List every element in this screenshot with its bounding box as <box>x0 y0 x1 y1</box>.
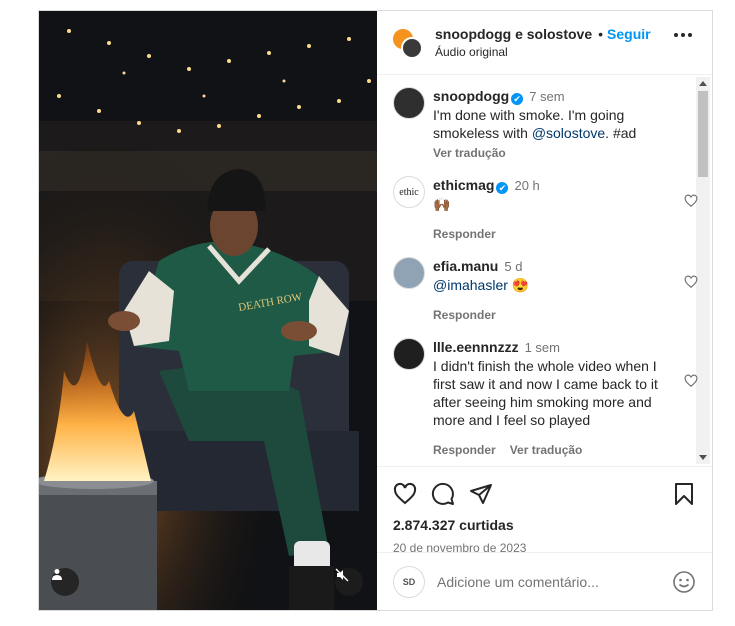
user-tag-button[interactable] <box>51 568 79 596</box>
verified-badge-icon: ✔ <box>511 93 524 105</box>
post-actions: 2.874.327 curtidas 20 de novembro de 202… <box>377 466 712 610</box>
video-player[interactable]: DEATH ROW <box>39 11 377 610</box>
post-dialog: DEATH ROW snoopdogg e solostove • Seguir… <box>38 10 713 611</box>
scroll-up-icon[interactable] <box>699 81 707 86</box>
comment-meta: Ver tradução <box>433 144 682 162</box>
comment-header: llle.eennnzzz 1 sem <box>433 338 682 357</box>
comment-username[interactable]: llle.eennnzzz <box>433 339 519 355</box>
reply-button[interactable]: Responder <box>433 308 496 322</box>
user-tag-icon <box>52 569 62 580</box>
more-horizontal-icon <box>674 33 678 37</box>
avatar[interactable] <box>393 257 425 289</box>
avatar: SD <box>393 565 425 598</box>
comment-time[interactable]: 20 h <box>514 178 539 193</box>
mention-link[interactable]: @solostove <box>532 125 605 141</box>
comment-text-part: 🙌🏾 <box>433 196 451 212</box>
comment-text: I'm done with smoke. I'm going smokeless… <box>433 106 682 142</box>
mention-link[interactable]: @imahasler <box>433 277 508 293</box>
comment-text: @imahasler 😍 <box>433 276 682 294</box>
comment-text-part: I didn't finish the whole video when I f… <box>433 358 658 428</box>
avatar[interactable] <box>393 87 425 119</box>
comment-time[interactable]: 5 d <box>504 259 522 274</box>
avatar[interactable] <box>393 338 425 370</box>
heart-icon[interactable] <box>393 482 417 506</box>
comment-body: llle.eennnzzz 1 sem I didn't finish the wh… <box>433 338 682 459</box>
follow-button[interactable]: Seguir <box>607 26 651 42</box>
header-text: snoopdogg e solostove • Seguir Áudio ori… <box>435 26 651 59</box>
comment-username[interactable]: efia.manu <box>433 258 498 274</box>
avatar <box>401 36 423 59</box>
mute-button[interactable] <box>335 568 363 596</box>
comment-icon[interactable] <box>431 482 455 506</box>
collab-avatars[interactable] <box>391 26 423 59</box>
avatar[interactable]: ethic <box>393 176 425 208</box>
comment-like-icon[interactable] <box>684 374 698 388</box>
translate-button[interactable]: Ver tradução <box>510 443 583 457</box>
comment-meta: Responder <box>433 225 682 243</box>
post-header: snoopdogg e solostove • Seguir Áudio ori… <box>377 11 712 75</box>
share-icon[interactable] <box>469 482 493 506</box>
video-frame: DEATH ROW <box>39 11 377 610</box>
more-options-button[interactable] <box>674 33 692 37</box>
comment-text: 🙌🏾 <box>433 195 682 213</box>
comments-list[interactable]: snoopdogg ✔ 7 sem I'm done with smoke. I'm … <box>377 75 712 466</box>
comment-header: efia.manu 5 d <box>433 257 682 276</box>
likes-count[interactable]: 2.874.327 curtidas <box>393 517 696 533</box>
bookmark-icon[interactable] <box>674 482 694 506</box>
comment-username[interactable]: ethicmag <box>433 177 494 193</box>
comment-time[interactable]: 7 sem <box>529 89 564 104</box>
comment-item: llle.eennnzzz 1 sem I didn't finish the wh… <box>393 338 698 459</box>
emoji-icon[interactable] <box>672 570 696 594</box>
translate-button[interactable]: Ver tradução <box>433 146 506 160</box>
comment-username[interactable]: snoopdogg <box>433 88 509 104</box>
reply-button[interactable]: Responder <box>433 227 496 241</box>
comment-meta: Responder <box>433 306 682 324</box>
comments-scrollbar[interactable] <box>696 77 710 464</box>
comment-text-part: . #ad <box>605 125 637 141</box>
reply-button[interactable]: Responder <box>433 443 496 457</box>
comment-text: I didn't finish the whole video when I f… <box>433 357 682 429</box>
separator: • <box>598 26 604 42</box>
comment-meta: Responder Ver tradução <box>433 441 682 459</box>
comment-body: ethicmag ✔ 20 h 🙌🏾 Responder <box>433 176 682 243</box>
comment-header: ethicmag ✔ 20 h <box>433 176 682 195</box>
comment-like-icon[interactable] <box>684 275 698 289</box>
comment-time[interactable]: 1 sem <box>525 340 560 355</box>
comment-item: snoopdogg ✔ 7 sem I'm done with smoke. I'm … <box>393 87 682 162</box>
verified-badge-icon: ✔ <box>496 182 509 194</box>
add-comment-bar: SD <box>377 552 712 610</box>
comment-input[interactable] <box>437 573 672 590</box>
mute-icon <box>335 568 349 582</box>
comment-text-part: 😍 <box>507 277 530 293</box>
post-author[interactable]: snoopdogg e solostove <box>435 26 592 42</box>
audio-link[interactable]: Áudio original <box>435 45 651 59</box>
comment-like-icon[interactable] <box>684 194 698 208</box>
header-title-row: snoopdogg e solostove • Seguir <box>435 26 651 42</box>
comment-body: efia.manu 5 d @imahasler 😍 Responder <box>433 257 682 324</box>
comment-header: snoopdogg ✔ 7 sem <box>433 87 682 106</box>
comment-item: ethic ethicmag ✔ 20 h 🙌🏾 Responder <box>393 176 698 243</box>
post-sidebar: snoopdogg e solostove • Seguir Áudio ori… <box>377 11 712 610</box>
scroll-down-icon[interactable] <box>699 455 707 460</box>
comment-item: efia.manu 5 d @imahasler 😍 Responder <box>393 257 698 324</box>
action-buttons <box>393 479 696 509</box>
comment-body: snoopdogg ✔ 7 sem I'm done with smoke. I'm … <box>433 87 682 162</box>
scroll-thumb[interactable] <box>698 91 708 177</box>
